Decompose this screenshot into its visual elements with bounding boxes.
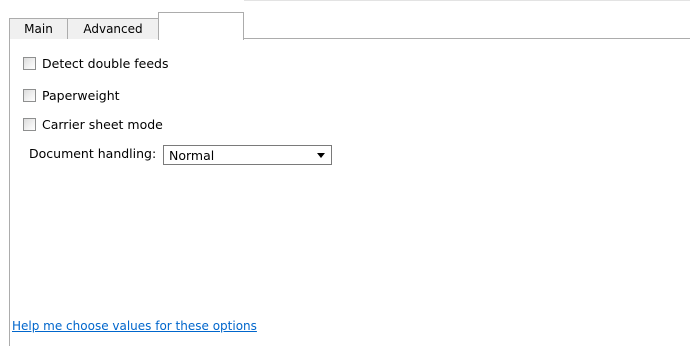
panel-left-border	[9, 38, 10, 346]
detect-double-feeds-checkbox[interactable]	[23, 56, 36, 70]
document-handling-select[interactable]: Normal	[163, 145, 332, 165]
scanner-options-panel: Main Advanced Detect double feeds Paperw…	[0, 0, 690, 346]
chevron-down-icon[interactable]	[317, 153, 325, 158]
paperweight-checkbox[interactable]	[23, 88, 36, 102]
detect-double-feeds-label: Detect double feeds	[42, 55, 169, 71]
tab-active-blank[interactable]	[158, 12, 244, 40]
paperweight-label: Paperweight	[42, 87, 120, 103]
document-handling-label: Document handling:	[29, 146, 157, 161]
carrier-sheet-mode-label: Carrier sheet mode	[42, 116, 163, 132]
paperweight-option[interactable]: Paperweight	[23, 87, 120, 103]
tab-advanced[interactable]: Advanced	[67, 18, 159, 39]
carrier-sheet-mode-checkbox[interactable]	[23, 117, 36, 131]
tab-main[interactable]: Main	[9, 18, 68, 39]
document-handling-value: Normal	[169, 148, 215, 163]
detect-double-feeds-option[interactable]: Detect double feeds	[23, 55, 168, 71]
tab-strip-border	[243, 38, 690, 39]
help-link[interactable]: Help me choose values for these options	[12, 319, 257, 333]
carrier-sheet-mode-option[interactable]: Carrier sheet mode	[23, 116, 163, 132]
top-divider	[244, 0, 690, 1]
